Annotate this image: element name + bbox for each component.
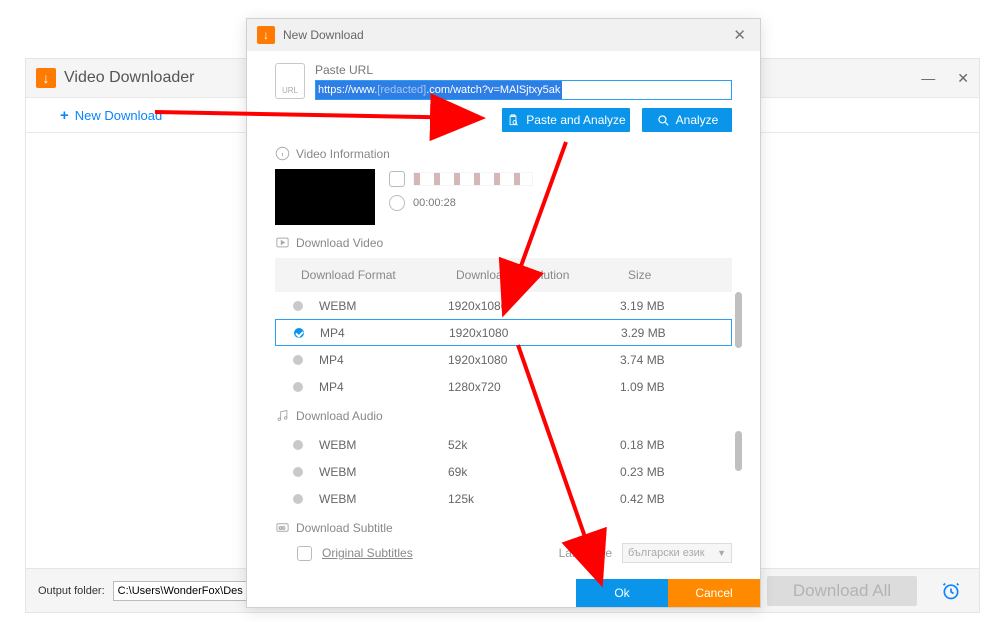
row-size: 3.74 MB bbox=[620, 353, 714, 367]
radio-icon bbox=[293, 494, 303, 504]
url-input-value: https://www.[redacted].com/watch?v=MAlSj… bbox=[316, 81, 562, 99]
video-list-header: Download Format Download Resolution Size bbox=[275, 258, 732, 292]
row-size: 1.09 MB bbox=[620, 380, 714, 394]
video-duration: 00:00:28 bbox=[413, 197, 456, 209]
row-format: WEBM bbox=[319, 465, 448, 479]
output-folder-input[interactable] bbox=[113, 581, 248, 601]
new-download-button[interactable]: + New Download bbox=[60, 107, 162, 124]
cc-icon: CC bbox=[275, 520, 290, 535]
video-format-row[interactable]: MP41280x7201.09 MB bbox=[275, 373, 732, 400]
file-icon bbox=[389, 171, 405, 187]
output-folder-label: Output folder: bbox=[38, 585, 105, 597]
audio-list-scrollbar[interactable] bbox=[735, 431, 742, 471]
video-format-row[interactable]: MP41920x10803.29 MB bbox=[275, 319, 732, 346]
dialog-title: New Download bbox=[283, 28, 364, 42]
row-bitrate: 52k bbox=[448, 438, 620, 452]
clock-icon bbox=[389, 195, 405, 211]
original-subtitles-checkbox[interactable] bbox=[297, 546, 312, 561]
video-format-row[interactable]: MP41920x10803.74 MB bbox=[275, 346, 732, 373]
language-selected-value: български език bbox=[628, 547, 705, 559]
video-format-row[interactable]: WEBM1920x10803.19 MB bbox=[275, 292, 732, 319]
dialog-logo-icon: ↓ bbox=[257, 26, 275, 44]
cancel-button[interactable]: Cancel bbox=[668, 579, 760, 607]
video-information-header: Video Information bbox=[275, 146, 732, 161]
search-icon bbox=[656, 113, 670, 127]
radio-icon bbox=[293, 301, 303, 311]
video-title-placeholder bbox=[413, 172, 533, 186]
row-size: 3.29 MB bbox=[621, 326, 713, 340]
info-icon bbox=[275, 146, 290, 161]
url-file-icon bbox=[275, 63, 305, 99]
svg-text:CC: CC bbox=[279, 525, 285, 530]
radio-icon bbox=[293, 382, 303, 392]
new-download-dialog: ↓ New Download ✕ Paste URL https://www.[… bbox=[246, 18, 761, 608]
audio-icon bbox=[275, 408, 290, 423]
close-button[interactable]: ✕ bbox=[957, 70, 969, 87]
row-bitrate: 69k bbox=[448, 465, 620, 479]
app-logo-icon: ↓ bbox=[36, 68, 56, 88]
dialog-footer: Ok Cancel bbox=[247, 579, 760, 607]
row-format: WEBM bbox=[319, 492, 448, 506]
plus-icon: + bbox=[60, 107, 69, 124]
row-size: 0.23 MB bbox=[620, 465, 714, 479]
analyze-button[interactable]: Analyze bbox=[642, 108, 732, 132]
row-resolution: 1280x720 bbox=[448, 380, 620, 394]
row-format: WEBM bbox=[319, 299, 448, 313]
audio-format-row[interactable]: WEBM125k0.42 MB bbox=[275, 485, 732, 512]
minimize-button[interactable]: — bbox=[921, 70, 935, 87]
download-all-button[interactable]: Download All bbox=[767, 576, 917, 606]
ok-button[interactable]: Ok bbox=[576, 579, 668, 607]
clipboard-search-icon bbox=[506, 113, 520, 127]
row-resolution: 1920x1080 bbox=[448, 299, 620, 313]
row-resolution: 1920x1080 bbox=[449, 326, 621, 340]
new-download-label: New Download bbox=[75, 108, 162, 123]
paste-url-label: Paste URL bbox=[315, 63, 732, 77]
app-title: Video Downloader bbox=[64, 69, 194, 87]
row-resolution: 1920x1080 bbox=[448, 353, 620, 367]
video-list-scrollbar[interactable] bbox=[735, 292, 742, 348]
original-subtitles-label: Original Subtitles bbox=[322, 546, 413, 560]
alarm-icon[interactable] bbox=[935, 575, 967, 607]
row-bitrate: 125k bbox=[448, 492, 620, 506]
video-icon bbox=[275, 235, 290, 250]
row-format: MP4 bbox=[319, 380, 448, 394]
language-label: Language bbox=[559, 546, 612, 560]
radio-icon bbox=[293, 440, 303, 450]
chevron-down-icon: ▼ bbox=[717, 548, 726, 558]
row-format: MP4 bbox=[319, 353, 448, 367]
download-audio-header: Download Audio bbox=[275, 408, 732, 423]
row-size: 0.18 MB bbox=[620, 438, 714, 452]
dialog-close-button[interactable]: ✕ bbox=[729, 26, 750, 44]
row-format: WEBM bbox=[319, 438, 448, 452]
radio-icon bbox=[293, 467, 303, 477]
paste-and-analyze-button[interactable]: Paste and Analyze bbox=[502, 108, 630, 132]
dialog-titlebar: ↓ New Download ✕ bbox=[247, 19, 760, 51]
row-format: MP4 bbox=[320, 326, 449, 340]
download-subtitle-header: CC Download Subtitle bbox=[275, 520, 732, 535]
audio-format-row[interactable]: WEBM52k0.18 MB bbox=[275, 431, 732, 458]
language-select[interactable]: български език ▼ bbox=[622, 543, 732, 563]
audio-format-row[interactable]: WEBM69k0.23 MB bbox=[275, 458, 732, 485]
radio-icon bbox=[293, 355, 303, 365]
row-size: 0.42 MB bbox=[620, 492, 714, 506]
video-thumbnail bbox=[275, 169, 375, 225]
row-size: 3.19 MB bbox=[620, 299, 714, 313]
download-video-header: Download Video bbox=[275, 235, 732, 250]
url-input[interactable]: https://www.[redacted].com/watch?v=MAlSj… bbox=[315, 80, 732, 100]
radio-icon bbox=[294, 328, 304, 338]
